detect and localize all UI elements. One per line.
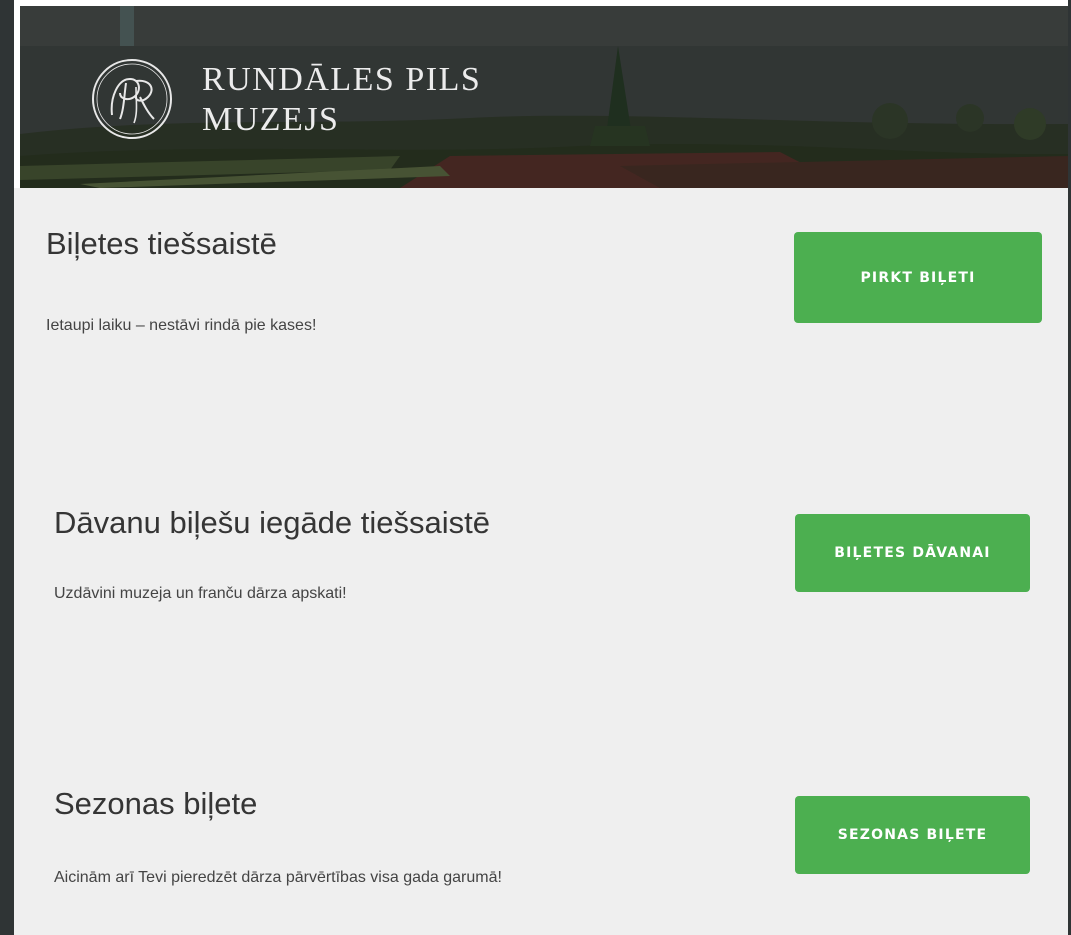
garden-background-image [20, 6, 1068, 188]
brand-logo-text: RUNDĀLES PILS MUZEJS [202, 60, 481, 140]
section-description: Ietaupi laiku – nestāvi rindā pie kases! [46, 317, 317, 334]
section-title: Dāvanu biļešu iegāde tiešsaistē [54, 505, 490, 540]
section-title: Sezonas biļete [54, 786, 258, 821]
season-ticket-button[interactable]: SEZONAS BIĻETE [795, 796, 1030, 874]
monogram-rp-emblem-icon [92, 59, 172, 139]
section-description: Aicinām arī Tevi pieredzēt dārza pārvērt… [54, 869, 502, 886]
section-description: Uzdāvini muzeja un franču dārza apskati! [54, 585, 347, 602]
section-title: Biļetes tiešsaistē [46, 226, 277, 261]
ticket-page: RUNDĀLES PILS MUZEJS Biļetes tiešsaistē … [14, 0, 1068, 935]
gift-tickets-button[interactable]: BIĻETES DĀVANAI [795, 514, 1030, 592]
buy-ticket-button[interactable]: PIRKT BIĻETI [794, 232, 1042, 323]
brand-line-1: RUNDĀLES PILS [202, 61, 482, 98]
header-banner: RUNDĀLES PILS MUZEJS [20, 6, 1068, 188]
brand-line-2: MUZEJS [202, 101, 340, 138]
